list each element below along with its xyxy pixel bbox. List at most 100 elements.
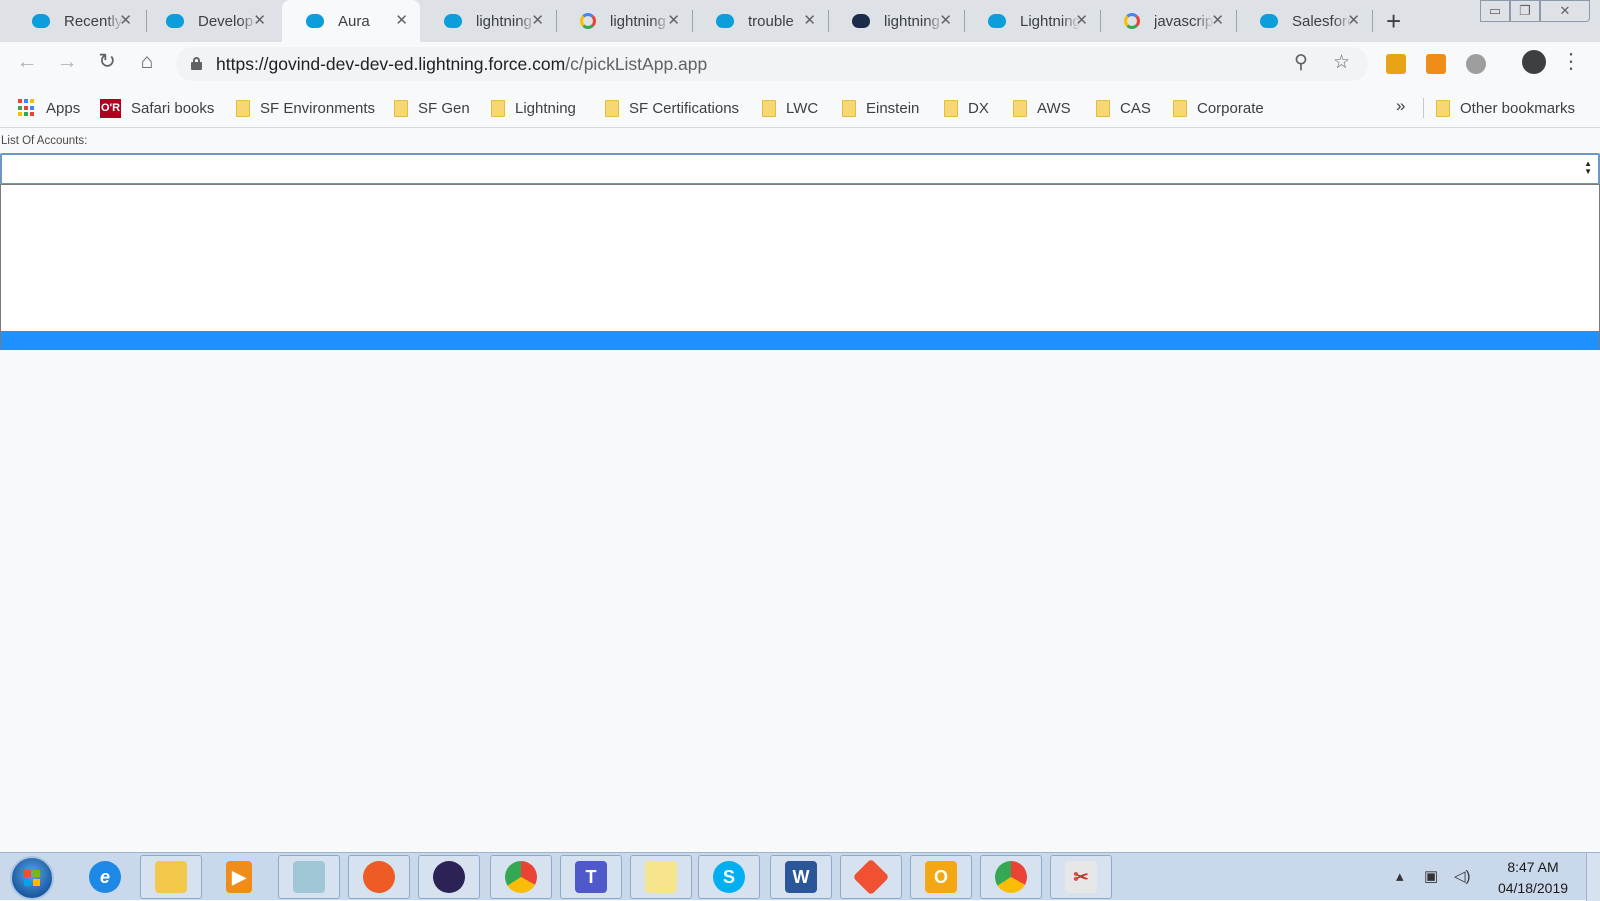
taskbar-postman[interactable] — [348, 855, 410, 899]
folder-icon — [762, 99, 776, 117]
taskbar-git[interactable] — [840, 855, 902, 899]
close-icon[interactable]: ✕ — [1347, 11, 1360, 29]
taskbar-word[interactable]: W — [770, 855, 832, 899]
reload-button[interactable]: ↻ — [93, 48, 121, 76]
tab-title: javascript — [1154, 12, 1214, 30]
tab-lightning-3[interactable]: Lightning ✕ — [964, 0, 1100, 42]
profile-avatar-icon[interactable] — [1522, 50, 1546, 74]
bookmark-label: Corporate — [1197, 99, 1264, 117]
network-icon[interactable]: ▣ — [1424, 867, 1438, 885]
bookmark-safari-books[interactable]: O'R Safari books — [100, 96, 214, 120]
bookmark-folder-lwc[interactable]: LWC — [762, 96, 818, 120]
dark-cloud-icon — [852, 14, 870, 28]
tab-title: Develop — [198, 12, 254, 30]
tab-lightning-google[interactable]: lightning ✕ — [556, 0, 692, 42]
taskbar-notepad[interactable] — [278, 855, 340, 899]
bookmark-label: CAS — [1120, 99, 1151, 117]
accounts-dropdown-list[interactable] — [0, 184, 1600, 350]
zoom-icon[interactable]: ⚲ — [1294, 51, 1308, 74]
folder-icon — [605, 99, 619, 117]
close-window-button[interactable]: ✕ — [1540, 0, 1590, 22]
folder-icon — [1436, 99, 1450, 117]
tab-title: Recently — [64, 12, 123, 30]
tab-title: Lightning — [1020, 12, 1080, 30]
spinner-down-icon: ▼ — [1584, 167, 1592, 176]
home-button[interactable]: ⌂ — [133, 48, 161, 76]
bookmark-apps[interactable]: Apps — [18, 96, 80, 120]
bookmark-folder-cas[interactable]: CAS — [1096, 96, 1151, 120]
windows-taskbar: e ▶ T S W O ✂ ▴ ▣ ◁) 8:47 AM 04/18/2019 — [0, 852, 1600, 901]
menu-icon[interactable]: ⋮ — [1557, 48, 1585, 76]
bookmark-folder-lightning[interactable]: Lightning — [491, 96, 576, 120]
close-icon[interactable]: ✕ — [667, 11, 680, 29]
taskbar-teams[interactable]: T — [560, 855, 622, 899]
taskbar-file-explorer[interactable] — [140, 855, 202, 899]
taskbar-snipping-tool[interactable]: ✂ — [1050, 855, 1112, 899]
show-hidden-icons-icon[interactable]: ▴ — [1396, 867, 1404, 885]
bookmark-star-icon[interactable]: ☆ — [1333, 51, 1350, 74]
bookmark-folder-sf-environments[interactable]: SF Environments — [236, 96, 375, 120]
media-player-icon: ▶ — [226, 861, 252, 893]
minimize-button[interactable]: ▭ — [1480, 0, 1510, 22]
extension-grey-icon[interactable] — [1466, 54, 1486, 74]
close-icon[interactable]: ✕ — [1211, 11, 1224, 29]
bookmark-folder-corporate[interactable]: Corporate — [1173, 96, 1264, 120]
url-text[interactable]: https://govind-dev-dev-ed.lightning.forc… — [216, 54, 707, 75]
bookmark-folder-sf-gen[interactable]: SF Gen — [394, 96, 470, 120]
bookmark-folder-dx[interactable]: DX — [944, 96, 989, 120]
tab-lightning-1[interactable]: lightning ✕ — [420, 0, 556, 42]
extension-search-icon[interactable] — [1386, 54, 1406, 74]
more-bookmarks-chevron-icon[interactable]: » — [1396, 96, 1405, 116]
show-desktop-button[interactable] — [1586, 853, 1600, 901]
tab-recently[interactable]: Recently ✕ — [8, 0, 144, 42]
tab-javascript[interactable]: javascript ✕ — [1100, 0, 1236, 42]
taskbar-media-player[interactable]: ▶ — [208, 855, 270, 899]
taskbar-sticky-notes[interactable] — [630, 855, 692, 899]
accounts-label: List Of Accounts: — [1, 135, 88, 147]
taskbar-eclipse[interactable] — [418, 855, 480, 899]
restore-button[interactable]: ❐ — [1510, 0, 1540, 22]
tab-develop[interactable]: Develop ✕ — [142, 0, 278, 42]
address-bar[interactable]: https://govind-dev-dev-ed.lightning.forc… — [176, 47, 1368, 81]
taskbar-chrome[interactable] — [490, 855, 552, 899]
back-button[interactable]: ← — [13, 48, 41, 76]
taskbar-skype[interactable]: S — [698, 855, 760, 899]
start-button[interactable] — [10, 856, 54, 900]
tab-aura[interactable]: Aura ✕ — [282, 0, 420, 42]
new-tab-button[interactable]: + — [1386, 6, 1401, 37]
close-icon[interactable]: ✕ — [803, 11, 816, 29]
taskbar-outlook[interactable]: O — [910, 855, 972, 899]
git-icon — [852, 858, 890, 896]
close-icon[interactable]: ✕ — [395, 11, 408, 29]
bookmark-folder-other[interactable]: Other bookmarks — [1436, 96, 1575, 120]
accounts-select[interactable]: ▲ ▼ — [0, 153, 1600, 185]
postman-icon — [363, 861, 395, 893]
tab-title: Salesforce — [1292, 12, 1352, 30]
spinner-icon[interactable]: ▲ ▼ — [1584, 160, 1592, 176]
highlighted-option[interactable] — [1, 331, 1599, 349]
forward-button[interactable]: → — [53, 48, 81, 76]
bookmark-folder-einstein[interactable]: Einstein — [842, 96, 919, 120]
bookmark-label: SF Environments — [260, 99, 376, 117]
close-icon[interactable]: ✕ — [119, 11, 132, 29]
system-clock[interactable]: 8:47 AM 04/18/2019 — [1488, 857, 1578, 899]
taskbar-internet-explorer[interactable]: e — [74, 855, 136, 899]
tab-lightning-2[interactable]: lightning ✕ — [828, 0, 964, 42]
close-icon[interactable]: ✕ — [253, 11, 266, 29]
tab-trouble[interactable]: trouble ✕ — [692, 0, 828, 42]
browser-toolbar: ← → ↻ ⌂ https://govind-dev-dev-ed.lightn… — [0, 42, 1600, 88]
volume-icon[interactable]: ◁) — [1454, 867, 1471, 885]
bookmark-folder-aws[interactable]: AWS — [1013, 96, 1071, 120]
outlook-icon: O — [925, 861, 957, 893]
close-icon[interactable]: ✕ — [1075, 11, 1088, 29]
google-icon — [1124, 13, 1140, 29]
tab-salesforce[interactable]: Salesforce ✕ — [1236, 0, 1372, 42]
taskbar-chrome-2[interactable] — [980, 855, 1042, 899]
bookmark-label: Lightning — [515, 99, 576, 117]
extension-orange-icon[interactable] — [1426, 54, 1446, 74]
bookmark-label: Apps — [46, 99, 81, 117]
tab-title: Aura — [338, 12, 370, 30]
bookmark-folder-sf-certifications[interactable]: SF Certifications — [605, 96, 739, 120]
close-icon[interactable]: ✕ — [531, 11, 544, 29]
close-icon[interactable]: ✕ — [939, 11, 952, 29]
